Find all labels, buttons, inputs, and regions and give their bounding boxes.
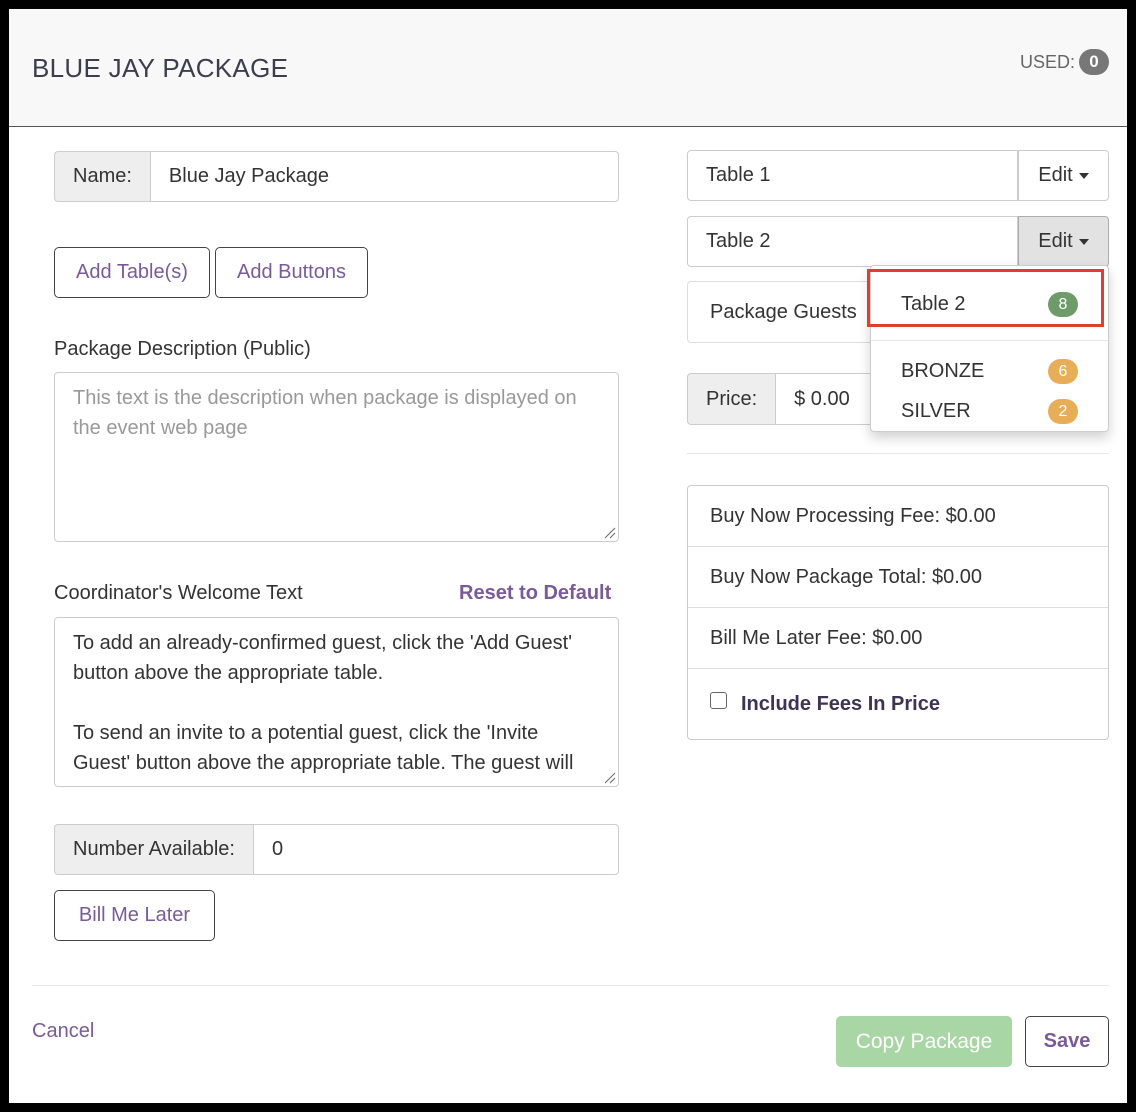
dropdown-divider bbox=[871, 340, 1108, 341]
welcome-textarea[interactable]: To add an already-confirmed guest, click… bbox=[54, 617, 619, 787]
used-indicator: USED: 0 bbox=[1020, 49, 1109, 75]
modal-header: BLUE JAY PACKAGE USED: 0 bbox=[9, 9, 1127, 127]
number-available-input[interactable]: 0 bbox=[252, 824, 619, 875]
dropdown-item-bronze[interactable]: BRONZE 6 bbox=[871, 351, 1108, 391]
bill-me-later-fee-text: Bill Me Later Fee: $0.00 bbox=[710, 626, 923, 649]
description-placeholder: This text is the description when packag… bbox=[73, 387, 577, 439]
name-label: Name: bbox=[54, 151, 150, 202]
package-total-row: Buy Now Package Total: $0.00 bbox=[688, 547, 1108, 608]
welcome-label: Coordinator's Welcome Text bbox=[54, 582, 303, 604]
cancel-link[interactable]: Cancel bbox=[32, 1020, 94, 1043]
package-total-text: Buy Now Package Total: $0.00 bbox=[710, 565, 983, 588]
include-fees-row: Include Fees In Price bbox=[688, 669, 1108, 739]
welcome-text-paragraph-1: To add an already-confirmed guest, click… bbox=[73, 632, 573, 684]
dropdown-item-label: BRONZE bbox=[901, 359, 985, 382]
name-input[interactable]: Blue Jay Package bbox=[149, 151, 619, 202]
used-label: USED: bbox=[1019, 51, 1075, 72]
description-label: Package Description (Public) bbox=[54, 338, 311, 360]
caret-down-icon bbox=[1078, 172, 1089, 179]
number-available-label: Number Available: bbox=[54, 824, 253, 875]
welcome-text-paragraph-2: To send an invite to a potential guest, … bbox=[73, 722, 574, 774]
fees-panel: Buy Now Processing Fee: $0.00 Buy Now Pa… bbox=[687, 485, 1109, 740]
package-modal: BLUE JAY PACKAGE USED: 0 Name: Blue Jay … bbox=[9, 9, 1127, 1103]
table-1-edit-button[interactable]: Edit bbox=[1018, 150, 1109, 201]
resize-handle-icon[interactable] bbox=[602, 525, 616, 539]
include-fees-label[interactable]: Include Fees In Price bbox=[741, 693, 940, 716]
modal-title: BLUE JAY PACKAGE bbox=[32, 53, 289, 83]
table-row-1: Table 1 Edit bbox=[687, 150, 1109, 201]
package-guests-label: Package Guests bbox=[710, 301, 857, 323]
count-badge: 2 bbox=[1048, 398, 1078, 424]
dropdown-item-silver[interactable]: SILVER 2 bbox=[871, 391, 1108, 431]
table-2-name[interactable]: Table 2 bbox=[687, 216, 1018, 267]
edit-label: Edit bbox=[1038, 164, 1073, 186]
processing-fee-row: Buy Now Processing Fee: $0.00 bbox=[688, 486, 1108, 547]
copy-package-button[interactable]: Copy Package bbox=[836, 1016, 1012, 1067]
highlight-box bbox=[867, 269, 1104, 327]
number-available-group: Number Available: 0 bbox=[54, 824, 619, 875]
bill-me-later-fee-row: Bill Me Later Fee: $0.00 bbox=[688, 608, 1108, 669]
used-count-badge: 0 bbox=[1079, 49, 1109, 75]
add-tables-button[interactable]: Add Table(s) bbox=[54, 247, 210, 298]
price-label: Price: bbox=[687, 373, 776, 425]
bill-me-later-button[interactable]: Bill Me Later bbox=[54, 890, 215, 941]
reset-to-default-link[interactable]: Reset to Default bbox=[459, 582, 611, 605]
include-fees-checkbox[interactable] bbox=[710, 691, 727, 709]
edit-label: Edit bbox=[1038, 230, 1073, 252]
name-input-group: Name: Blue Jay Package bbox=[54, 151, 619, 202]
caret-down-icon bbox=[1078, 238, 1089, 245]
price-input-group: Price: $ 0.00 bbox=[687, 373, 887, 425]
add-buttons-button[interactable]: Add Buttons bbox=[215, 247, 368, 298]
resize-handle-icon[interactable] bbox=[602, 770, 616, 784]
processing-fee-text: Buy Now Processing Fee: $0.00 bbox=[710, 504, 996, 527]
dropdown-item-label: SILVER bbox=[901, 399, 971, 422]
table-row-2: Table 2 Edit bbox=[687, 216, 1109, 267]
save-button[interactable]: Save bbox=[1025, 1016, 1109, 1067]
table-2-edit-button[interactable]: Edit bbox=[1018, 216, 1109, 267]
description-textarea[interactable]: This text is the description when packag… bbox=[54, 372, 619, 542]
count-badge: 6 bbox=[1048, 358, 1078, 384]
table-1-name[interactable]: Table 1 bbox=[687, 150, 1018, 201]
divider bbox=[687, 453, 1109, 454]
footer-divider bbox=[32, 985, 1109, 986]
